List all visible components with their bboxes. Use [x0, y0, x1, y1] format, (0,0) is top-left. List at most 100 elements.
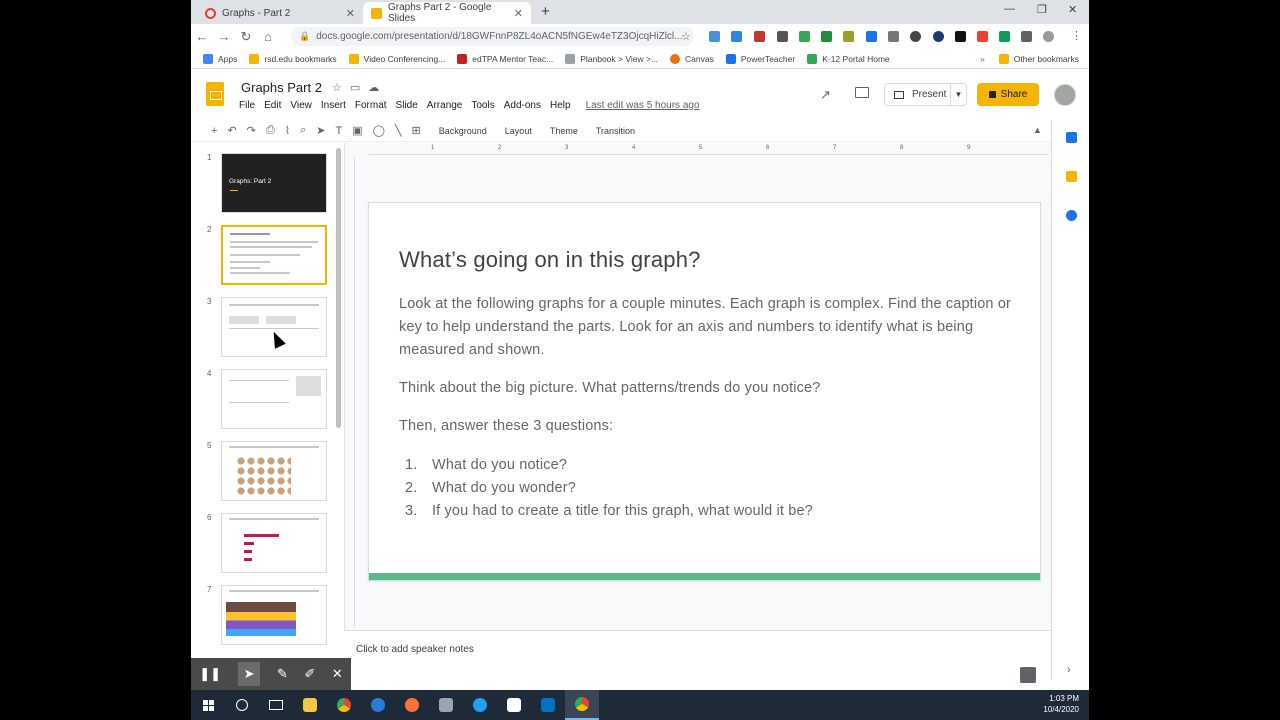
present-button[interactable]: Present ▼	[884, 83, 967, 106]
tasks-icon[interactable]	[1066, 210, 1077, 221]
bookmark-edtpa[interactable]: edTPA Mentor Teac...	[457, 53, 553, 64]
explore-icon[interactable]	[1020, 667, 1036, 683]
bookmark-planbook[interactable]: Planbook > View >...	[565, 53, 658, 64]
pause-icon[interactable]: ❚❚	[199, 666, 221, 682]
extension-icon[interactable]	[709, 31, 720, 42]
theme-button[interactable]: Theme	[550, 126, 578, 136]
bookmark-apps[interactable]: Apps	[203, 53, 237, 64]
extension-icon[interactable]	[999, 31, 1010, 42]
text-box-icon[interactable]: T	[335, 125, 342, 137]
speaker-notes[interactable]: Click to add speaker notes	[344, 630, 1051, 683]
taskbar-edge[interactable]	[361, 690, 395, 720]
bookmark-k12-portal[interactable]: K-12 Portal Home	[807, 53, 890, 64]
collapse-menu-chevron-icon[interactable]: ▲	[1033, 125, 1042, 135]
system-clock[interactable]: 1:03 PM 10/4/2020	[1043, 693, 1079, 715]
close-window-icon[interactable]: ✕	[1068, 3, 1077, 16]
filmstrip-scrollbar[interactable]	[336, 148, 341, 428]
browser-menu-icon[interactable]: ⋮	[1071, 29, 1082, 42]
select-arrow-icon[interactable]: ➤	[316, 124, 325, 137]
menu-help[interactable]: Help	[550, 100, 571, 111]
new-tab-plus-icon[interactable]: +	[541, 3, 550, 20]
taskbar-app[interactable]	[429, 690, 463, 720]
share-button[interactable]: Share	[977, 83, 1039, 106]
extension-icon[interactable]	[754, 31, 765, 42]
print-icon[interactable]: ⎙	[266, 124, 275, 137]
taskbar-notepad[interactable]	[497, 690, 531, 720]
new-slide-plus-icon[interactable]: +	[211, 125, 217, 137]
taskbar-chrome[interactable]	[327, 690, 361, 720]
taskbar-chrome-active[interactable]	[565, 690, 599, 720]
undo-icon[interactable]: ↶	[227, 124, 236, 137]
user-avatar[interactable]	[1054, 84, 1076, 106]
forward-arrow-icon[interactable]: →	[213, 29, 235, 44]
restore-icon[interactable]: ❐	[1037, 3, 1047, 16]
slide-paragraph-1[interactable]: Look at the following graphs for a coupl…	[399, 293, 1019, 362]
slide-thumbnail[interactable]: Graphs: Part 2	[221, 153, 327, 213]
menu-insert[interactable]: Insert	[321, 100, 346, 111]
highlighter-icon[interactable]: ✐	[304, 666, 315, 682]
extension-icon[interactable]	[821, 31, 832, 42]
menu-addons[interactable]: Add-ons	[504, 100, 541, 111]
bookmark-star-icon[interactable]: ☆	[681, 30, 691, 43]
menu-arrange[interactable]: Arrange	[427, 100, 463, 111]
slide-thumbnail-selected[interactable]	[221, 225, 327, 285]
bookmark-canvas[interactable]: Canvas	[670, 53, 714, 64]
start-button[interactable]	[191, 690, 225, 720]
reload-icon[interactable]: ↻	[235, 29, 257, 45]
slide-thumbnail[interactable]	[221, 585, 327, 645]
background-button[interactable]: Background	[439, 126, 487, 136]
taskbar-outlook[interactable]	[531, 690, 565, 720]
extensions-puzzle-icon[interactable]	[1021, 31, 1032, 42]
speaker-notes-placeholder[interactable]: Click to add speaker notes	[356, 644, 474, 655]
extension-icon[interactable]	[955, 31, 966, 42]
transition-button[interactable]: Transition	[596, 126, 635, 136]
close-tab-icon[interactable]: ✕	[514, 7, 523, 20]
move-folder-icon[interactable]: ▭	[350, 82, 368, 94]
bookmark-rsd[interactable]: rsd.edu bookmarks	[249, 53, 337, 64]
present-dropdown-icon[interactable]: ▼	[950, 84, 966, 105]
bookmark-powerteacher[interactable]: PowerTeacher	[725, 53, 795, 64]
menu-format[interactable]: Format	[355, 100, 387, 111]
pointer-icon[interactable]: ➤	[237, 662, 261, 686]
search-button[interactable]	[225, 690, 259, 720]
minimize-icon[interactable]: —	[1004, 3, 1015, 15]
taskbar-firefox[interactable]	[395, 690, 429, 720]
image-icon[interactable]: ▣	[352, 124, 362, 137]
add-comment-icon[interactable]: ⊞	[412, 124, 421, 137]
task-view-button[interactable]	[259, 690, 293, 720]
home-icon[interactable]: ⌂	[257, 29, 279, 44]
extension-icon[interactable]	[843, 31, 854, 42]
filmstrip-slide-4[interactable]: 4	[191, 369, 341, 439]
line-icon[interactable]: ╲	[395, 124, 402, 137]
keep-icon[interactable]	[1066, 171, 1077, 182]
slide-paragraph-3[interactable]: Then, answer these 3 questions:	[399, 415, 1019, 438]
slide-paragraph-2[interactable]: Think about the big picture. What patter…	[399, 377, 1019, 400]
bookmark-video-conferencing[interactable]: Video Conferencing...	[348, 53, 445, 64]
menu-view[interactable]: View	[290, 100, 312, 111]
slide-thumbnail[interactable]	[221, 441, 327, 501]
extension-icon[interactable]	[910, 31, 921, 42]
extension-icon[interactable]	[777, 31, 788, 42]
menu-tools[interactable]: Tools	[471, 100, 494, 111]
document-title[interactable]: Graphs Part 2	[241, 80, 322, 95]
expand-side-panel-chevron-icon[interactable]: ›	[1067, 664, 1071, 676]
browser-tab-graphs-part-2[interactable]: Graphs - Part 2 ✕	[197, 2, 363, 24]
taskbar-file-explorer[interactable]	[293, 690, 327, 720]
back-arrow-icon[interactable]: ←	[191, 29, 213, 44]
filmstrip-slide-6[interactable]: 6	[191, 513, 341, 583]
address-bar[interactable]: 🔒 docs.google.com/presentation/d/18GWFnn…	[291, 27, 694, 46]
bookmark-other[interactable]: Other bookmarks	[998, 53, 1079, 64]
comment-history-icon[interactable]	[855, 87, 869, 98]
extension-icon[interactable]	[866, 31, 877, 42]
extension-icon[interactable]	[799, 31, 810, 42]
more-bookmarks-chevron-icon[interactable]: »	[980, 54, 985, 64]
pen-icon[interactable]: ✎	[277, 666, 288, 682]
slide-thumbnail[interactable]	[221, 513, 327, 573]
slide-thumbnail[interactable]	[221, 369, 327, 429]
redo-icon[interactable]: ↷	[247, 124, 256, 137]
shape-icon[interactable]: ◯	[373, 124, 385, 137]
browser-tab-google-slides[interactable]: Graphs Part 2 - Google Slides ✕	[363, 2, 531, 24]
menu-slide[interactable]: Slide	[396, 100, 418, 111]
taskbar-ie[interactable]	[463, 690, 497, 720]
filmstrip-slide-5[interactable]: 5	[191, 441, 341, 511]
